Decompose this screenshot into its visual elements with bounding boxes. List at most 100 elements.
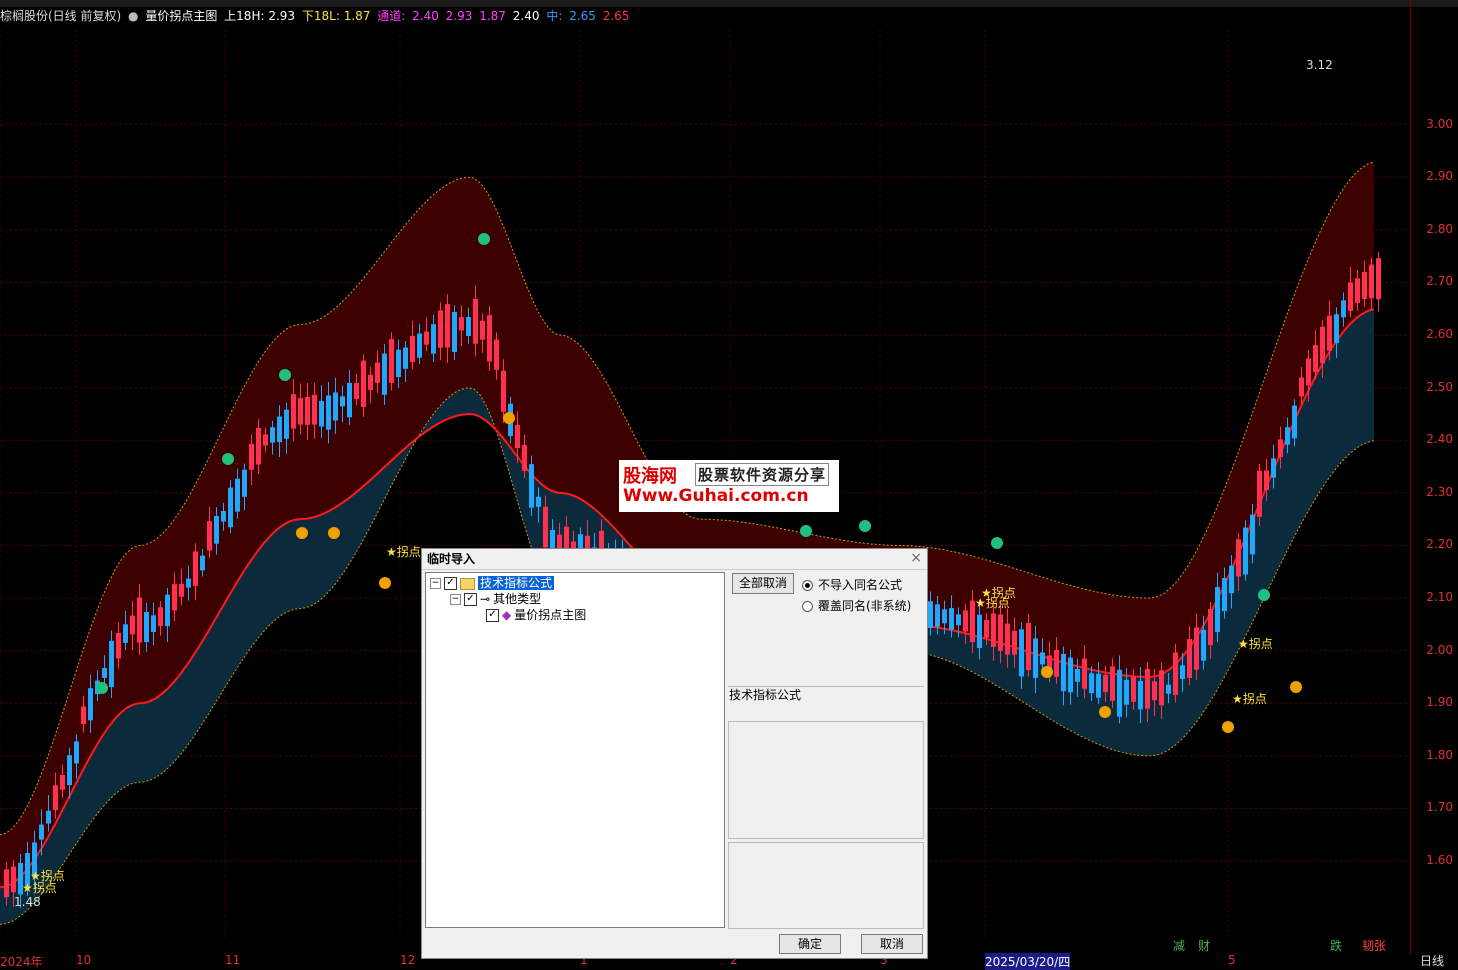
indicator-name: 量价拐点主图 — [145, 9, 218, 23]
price-tick: 2.10 — [1426, 590, 1453, 605]
time-tick: 10 — [76, 953, 92, 967]
candle-body — [1271, 458, 1276, 478]
candle-body — [1243, 527, 1248, 575]
candle-body — [165, 594, 170, 627]
candle-body — [1040, 652, 1045, 665]
radio-dot[interactable] — [802, 580, 813, 591]
tree-node-root[interactable]: − ✓ 技术指标公式 — [430, 575, 555, 591]
candle-body — [11, 866, 16, 893]
mid-label: 中: — [546, 9, 563, 23]
candle-body — [403, 347, 408, 369]
buy-signal-icon — [1099, 706, 1111, 718]
mid-value-1: 2.65 — [569, 9, 596, 23]
candle-body — [144, 611, 149, 643]
candle-body — [4, 869, 9, 898]
signal-mark: 财 — [1198, 939, 1210, 953]
candle-body — [1334, 314, 1339, 344]
sell-signal-icon — [859, 520, 871, 532]
candle-body — [242, 469, 247, 497]
candle-body — [1166, 684, 1171, 694]
candle-body — [382, 353, 387, 395]
candle-body — [410, 335, 415, 363]
candle-body — [963, 610, 968, 632]
tree-node-formula[interactable]: ✓ ◆ 量价拐点主图 — [486, 607, 586, 623]
candle-body — [60, 774, 65, 790]
time-tick: 2024年 — [0, 955, 43, 969]
ok-button[interactable]: 确定 — [779, 934, 841, 954]
checkbox-formula[interactable]: ✓ — [486, 609, 499, 622]
candle-body — [354, 383, 359, 400]
candle-body — [74, 741, 79, 764]
candle-body — [277, 416, 282, 443]
candle-body — [935, 604, 940, 627]
radio-label: 覆盖同名(非系统) — [818, 599, 912, 613]
candle-body — [263, 434, 268, 446]
candle-body — [977, 614, 982, 649]
candle-body — [501, 370, 506, 412]
candle-body — [137, 597, 142, 643]
checkbox-root[interactable]: ✓ — [444, 577, 457, 590]
candle-body — [1236, 539, 1241, 577]
price-tick: 1.90 — [1426, 695, 1453, 710]
signal-mark: 韧张 — [1362, 939, 1386, 953]
check-icon[interactable]: ● — [128, 9, 138, 23]
stock-name: 棕榈股份(日线 前复权) — [0, 9, 122, 23]
candle-body — [1152, 681, 1157, 701]
deselect-all-button[interactable]: 全部取消 — [732, 573, 794, 594]
candle-body — [1355, 278, 1360, 304]
time-tick: 12 — [400, 953, 416, 967]
formula-icon: ◆ — [502, 608, 512, 622]
candle-body — [1320, 326, 1325, 364]
price-tick: 2.60 — [1426, 327, 1453, 342]
candle-body — [361, 360, 366, 407]
candle-body — [949, 608, 954, 630]
candle-body — [452, 311, 457, 353]
candle-body — [1068, 657, 1073, 693]
candle-body — [347, 382, 352, 418]
checkbox-other[interactable]: ✓ — [464, 593, 477, 606]
candle-body — [1096, 673, 1101, 698]
candle-body — [109, 640, 114, 688]
candle-body — [1110, 666, 1115, 701]
sell-signal-icon — [279, 369, 291, 381]
price-tick: 2.90 — [1426, 169, 1453, 184]
candle-body — [291, 394, 296, 429]
candle-body — [298, 398, 303, 425]
candle-body — [130, 615, 135, 635]
radio-no-import[interactable]: 不导入同名公式 — [802, 576, 902, 593]
upper-value: 上18H: 2.93 — [224, 9, 296, 23]
candle-body — [1306, 358, 1311, 386]
candle-body — [1278, 439, 1283, 458]
collapse-icon[interactable]: − — [450, 594, 461, 605]
candle-body — [529, 464, 534, 508]
candle-body — [1005, 623, 1010, 655]
candle-body — [1138, 681, 1143, 710]
signal-mark: 减 — [1173, 939, 1185, 953]
pivot-label: ★拐点 — [1232, 691, 1267, 706]
radio-overwrite[interactable]: 覆盖同名(非系统) — [802, 597, 911, 614]
collapse-icon[interactable]: − — [430, 578, 441, 589]
candle-body — [81, 706, 86, 724]
radio-dot[interactable] — [802, 601, 813, 612]
candle-body — [200, 555, 205, 571]
candle-body — [1082, 658, 1087, 689]
candle-body — [123, 624, 128, 643]
price-tick: 2.20 — [1426, 537, 1453, 552]
candle-body — [459, 317, 464, 331]
sell-signal-icon — [96, 682, 108, 694]
candle-body — [494, 339, 499, 370]
formula-tree: − ✓ 技术指标公式 − ✓ ⊸ 其他类型 ✓ ◆ 量价拐点主图 — [425, 572, 725, 928]
tree-label-other: 其他类型 — [493, 592, 542, 606]
candle-body — [319, 400, 324, 427]
buy-signal-icon — [328, 527, 340, 539]
time-tick: 2025/03/20/四 — [985, 953, 1071, 970]
candle-body — [1194, 627, 1199, 670]
tree-node-other[interactable]: − ✓ ⊸ 其他类型 — [450, 591, 541, 607]
candle-body — [368, 374, 373, 391]
price-tick: 2.50 — [1426, 379, 1453, 394]
description-panel — [728, 721, 924, 839]
close-icon[interactable]: × — [910, 550, 922, 566]
cancel-button[interactable]: 取消 — [861, 934, 923, 954]
candle-body — [235, 478, 240, 512]
sell-signal-icon — [991, 537, 1003, 549]
